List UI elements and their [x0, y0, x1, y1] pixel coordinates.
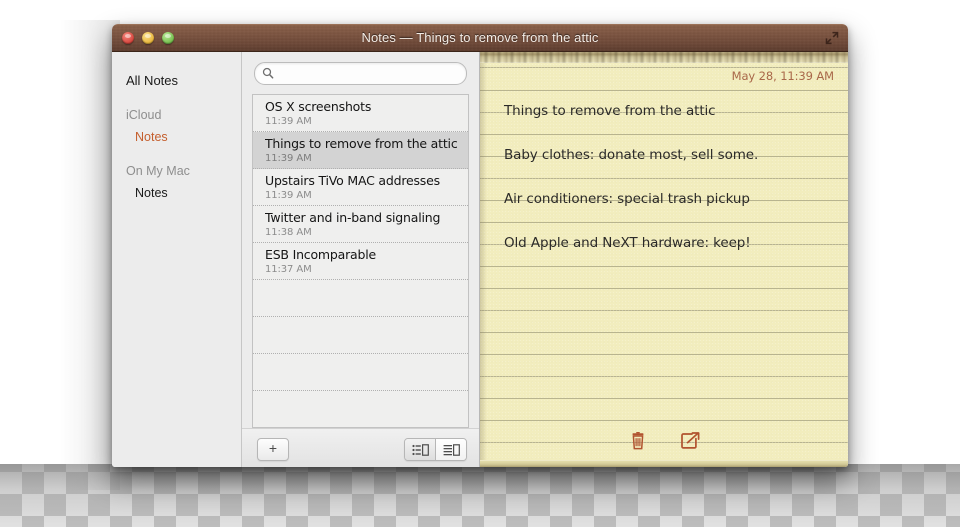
note-body[interactable]: Things to remove from the attic Baby clo…: [504, 89, 828, 265]
paper-stack-edge: [480, 460, 848, 467]
list-item[interactable]: ESB Incomparable 11:37 AM: [253, 243, 468, 280]
transparency-checkerboard-lower: [0, 464, 960, 527]
search-input[interactable]: [279, 65, 458, 81]
search-container: [242, 52, 479, 94]
list-item[interactable]: Twitter and in-band signaling 11:38 AM: [253, 206, 468, 243]
note-title: Twitter and in-band signaling: [265, 210, 441, 225]
note-time: 11:37 AM: [265, 264, 312, 275]
sidebar-group-icloud: iCloud: [126, 108, 162, 122]
sidebar: All Notes iCloud Notes On My Mac Notes: [112, 52, 242, 467]
note-time: 11:39 AM: [265, 190, 312, 201]
list-item[interactable]: Things to remove from the attic 11:39 AM: [253, 132, 468, 169]
notes-list[interactable]: OS X screenshots 11:39 AM Things to remo…: [252, 94, 469, 428]
sidebar-item-icloud-notes[interactable]: Notes: [112, 126, 241, 148]
note-title: OS X screenshots: [265, 99, 372, 114]
sidebar-group-on-my-mac: On My Mac: [126, 164, 190, 178]
list-view-detail-button[interactable]: [435, 439, 466, 460]
list-item-empty: [253, 317, 468, 354]
share-note-button[interactable]: [679, 431, 701, 455]
trash-icon: [630, 431, 646, 455]
search-icon: [262, 67, 274, 85]
paper-torn-edge: [480, 52, 848, 63]
list-item[interactable]: OS X screenshots 11:39 AM: [253, 95, 468, 132]
search-field[interactable]: [254, 62, 467, 85]
window-titlebar: Notes — Things to remove from the attic: [112, 24, 848, 52]
note-body-line: Baby clothes: donate most, sell some.: [504, 147, 759, 163]
list-item[interactable]: Upstairs TiVo MAC addresses 11:39 AM: [253, 169, 468, 206]
list-toolbar: +: [242, 428, 479, 467]
note-title: ESB Incomparable: [265, 247, 376, 262]
share-icon: [680, 431, 700, 455]
sidebar-item-onmymac-notes[interactable]: Notes: [112, 182, 241, 204]
note-time: 11:39 AM: [265, 116, 312, 127]
note-editor-pane[interactable]: May 28, 11:39 AM Things to remove from t…: [480, 52, 848, 467]
delete-note-button[interactable]: [627, 431, 649, 455]
note-body-line: Old Apple and NeXT hardware: keep!: [504, 235, 751, 251]
add-note-button[interactable]: +: [257, 438, 289, 461]
note-toolbar: [480, 426, 848, 460]
note-title: Things to remove from the attic: [265, 136, 458, 151]
list-item-empty: [253, 391, 468, 427]
list-view-compact-button[interactable]: [405, 439, 435, 460]
notes-list-pane: OS X screenshots 11:39 AM Things to remo…: [242, 52, 480, 467]
list-item-empty: [253, 280, 468, 317]
note-time: 11:39 AM: [265, 153, 312, 164]
note-time: 11:38 AM: [265, 227, 312, 238]
view-mode-toggle: [404, 438, 467, 461]
note-body-line: Air conditioners: special trash pickup: [504, 191, 750, 207]
note-timestamp: May 28, 11:39 AM: [731, 69, 834, 83]
list-item-empty: [253, 354, 468, 391]
note-title: Upstairs TiVo MAC addresses: [265, 173, 440, 188]
note-body-line: Things to remove from the attic: [504, 103, 716, 119]
window-body: All Notes iCloud Notes On My Mac Notes O…: [112, 52, 848, 467]
page-title: Notes — Things to remove from the attic: [361, 30, 599, 45]
notes-window: Notes — Things to remove from the attic …: [112, 24, 848, 467]
sidebar-item-all-notes[interactable]: All Notes: [112, 70, 241, 92]
fullscreen-icon[interactable]: [824, 30, 840, 46]
